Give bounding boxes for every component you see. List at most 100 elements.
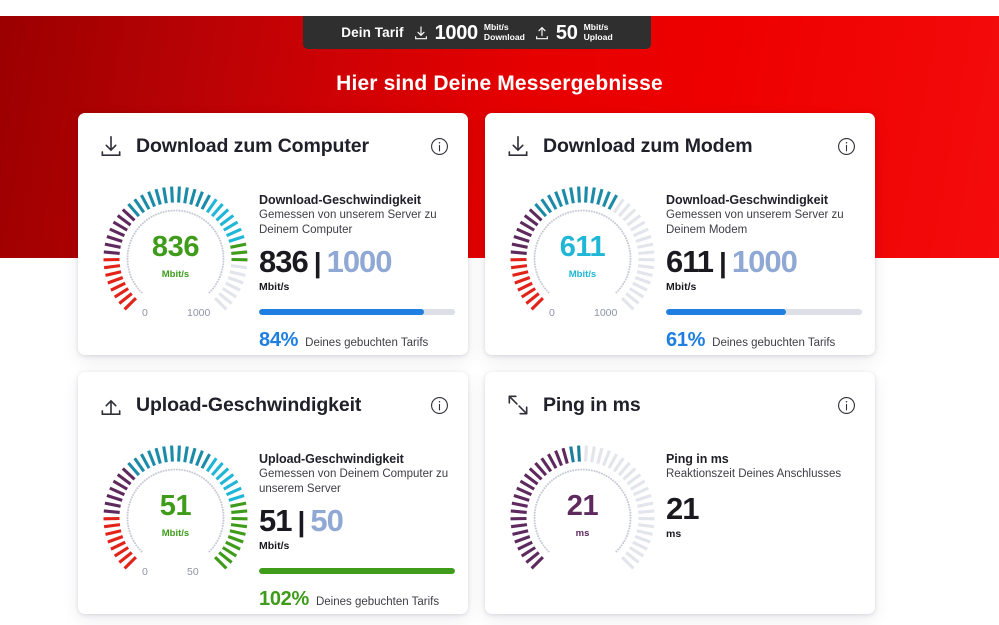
detail-download-computer: Download-Geschwindigkeit Gemessen von uns… [259,179,455,352]
gauge-ping: 21 ms [501,438,666,595]
info-icon[interactable] [837,396,856,415]
tariff-label: Dein Tarif [341,25,404,40]
gauge-value-ping: 21 [566,490,599,522]
percent-label-download-computer: Deines gebuchten Tarifs [305,337,429,350]
value-row-upload-speed: 51 | 50 [259,505,455,536]
booked-max-value-download-modem: 1000 [731,244,798,280]
gauge-dial-download-modem: 611 Mbit/s 0 1000 [505,181,660,336]
percent-row-download-computer: 84% Deines gebuchten Tarifs [259,329,455,352]
gauge-scale-max-upload-speed: 50 [187,566,199,578]
detail-subtitle-download-computer: Gemessen von unserem Server zu Deinem Co… [259,209,437,236]
card-title-upload-speed: Upload-Geschwindigkeit [136,393,362,416]
upload-icon [536,26,548,39]
value-row-download-modem: 611 | 1000 [666,246,862,277]
card-body-ping: 21 ms Ping in ms Reaktionszeit Deines Ansch… [485,438,875,595]
card-title-download-modem: Download zum Modem [543,134,753,157]
percent-value-download-modem: 61% [666,329,706,352]
tariff-upload-group: 50 Mbit/s Upload [534,21,613,44]
tariff-download-unit-label: Download [483,31,525,42]
gauge-dial-ping: 21 ms [505,440,660,595]
card-download-modem: Download zum Modem 611 Mbit/s 0 1000 Download… [485,113,875,355]
gauge-value-download-computer: 836 [151,231,200,263]
gauge-unit-upload-speed: Mbit/s [161,528,190,539]
booked-max-value-download-computer: 1000 [326,244,393,280]
progress-fill-download-computer [259,309,424,316]
percent-row-download-modem: 61% Deines gebuchten Tarifs [666,329,862,352]
card-body-download-modem: 611 Mbit/s 0 1000 Download-Geschwindigkeit Ge… [485,179,875,352]
info-icon[interactable] [837,137,856,156]
percent-label-download-modem: Deines gebuchten Tarifs [712,337,836,350]
card-title-download-computer: Download zum Computer [136,134,369,157]
detail-ping: Ping in ms Reaktionszeit Deines Anschluss… [666,438,857,595]
info-icon[interactable] [430,137,449,156]
gauge-value-download-modem: 611 [559,231,606,263]
detail-upload-speed: Upload-Geschwindigkeit Gemessen von Deine… [259,438,455,611]
value-unit-ping: ms [666,527,682,540]
tariff-download-group: 1000 Mbit/s Download [413,21,525,44]
tariff-download-value: 1000 [434,21,479,44]
value-unit-download-computer: Mbit/s [259,281,290,294]
card-body-upload-speed: 51 Mbit/s 0 50 Upload-Geschwindigkeit Gemesse… [78,438,468,611]
info-icon[interactable] [430,396,449,415]
measured-value-download-modem: 611 [666,244,714,280]
value-unit-download-modem: Mbit/s [666,281,697,294]
gauge-scale-max-download-computer: 1000 [187,307,211,319]
card-title-ping: Ping in ms [543,393,641,416]
ping-arrows-icon [505,392,531,418]
card-header-download-modem: Download zum Modem [485,113,875,179]
gauge-dial-upload-speed: 51 Mbit/s 0 50 [98,440,253,595]
card-upload-speed: Upload-Geschwindigkeit 51 Mbit/s 0 50 Upload-… [78,372,468,614]
value-separator-download-modem: | [719,247,727,279]
detail-title-download-modem: Download-Geschwindigkeit [666,193,829,207]
page-title: Hier sind Deine Messergebnisse [336,72,663,95]
card-download-computer: Download zum Computer 836 Mbit/s 0 1000 Downl… [78,113,468,355]
value-separator-upload-speed: | [297,506,305,538]
tariff-upload-value: 50 [555,21,578,44]
gauge-unit-download-computer: Mbit/s [161,269,190,280]
percent-row-upload-speed: 102% Deines gebuchten Tarifs [259,588,455,611]
value-unit-upload-speed: Mbit/s [259,540,290,553]
upload-icon [98,392,124,418]
measured-value-download-computer: 836 [259,244,309,280]
gauge-unit-download-modem: Mbit/s [568,269,597,280]
detail-download-modem: Download-Geschwindigkeit Gemessen von uns… [666,179,862,352]
card-header-ping: Ping in ms [485,372,875,438]
detail-subtitle-download-modem: Gemessen von unserem Server zu Deinem Mo… [666,209,844,236]
progress-track-download-computer [259,309,455,316]
gauge-dial-download-computer: 836 Mbit/s 0 1000 [98,181,253,336]
booked-max-value-upload-speed: 50 [310,503,343,539]
detail-subtitle-ping: Reaktionszeit Deines Anschlusses [666,468,842,480]
progress-track-upload-speed [259,568,455,575]
card-body-download-computer: 836 Mbit/s 0 1000 Download-Geschwindigkeit Ge… [78,179,468,352]
card-ping: Ping in ms 21 ms Ping in ms Reaktionszeit De… [485,372,875,614]
progress-track-download-modem [666,309,862,316]
tariff-banner: Dein Tarif 1000 Mbit/s Download 50 Mbit/… [303,16,651,49]
tariff-upload-unit-label: Upload [583,31,613,42]
gauge-scale-min-download-computer: 0 [142,307,148,319]
detail-title-ping: Ping in ms [666,452,729,466]
tariff-download-unit: Mbit/s Download [483,22,525,42]
gauge-scale-min-upload-speed: 0 [142,566,148,578]
gauge-value-upload-speed: 51 [159,490,192,522]
top-white-strip [0,0,999,16]
percent-value-download-computer: 84% [259,329,299,352]
percent-label-upload-speed: Deines gebuchten Tarifs [315,596,440,609]
card-header-download-computer: Download zum Computer [78,113,468,179]
detail-title-download-computer: Download-Geschwindigkeit [259,193,422,207]
value-separator-download-computer: | [313,247,322,279]
download-icon [414,25,427,39]
gauge-download-computer: 836 Mbit/s 0 1000 [94,179,259,352]
gauge-download-modem: 611 Mbit/s 0 1000 [501,179,666,352]
tariff-upload-unit: Mbit/s Upload [583,22,613,42]
download-icon [505,133,531,159]
progress-fill-download-modem [666,309,786,316]
detail-subtitle-upload-speed: Gemessen von Deinem Computer zu unserem … [259,468,449,495]
measured-value-ping: 21 [666,490,699,526]
gauge-unit-ping: ms [575,528,590,539]
progress-fill-upload-speed [259,568,455,575]
download-icon [98,133,124,159]
percent-value-upload-speed: 102% [259,588,309,611]
measured-value-upload-speed: 51 [259,503,292,539]
gauge-scale-min-download-modem: 0 [549,307,555,319]
detail-title-upload-speed: Upload-Geschwindigkeit [259,452,404,466]
